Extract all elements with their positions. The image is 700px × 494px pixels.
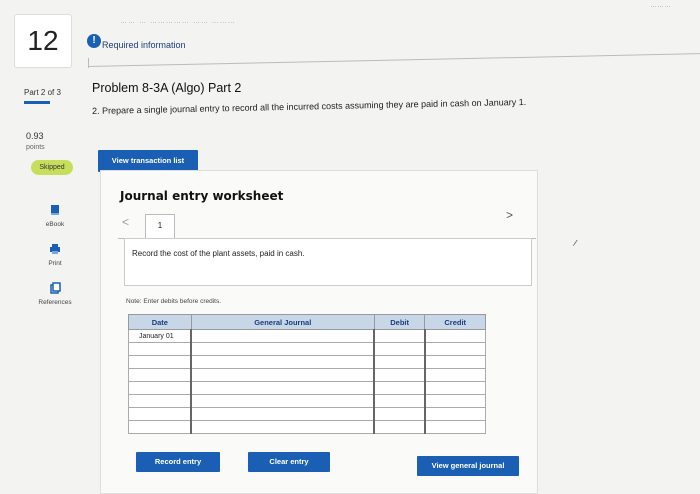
account-input[interactable] xyxy=(190,420,375,434)
date-cell xyxy=(128,342,192,356)
part-indicator: Part 2 of 3 xyxy=(24,88,61,97)
print-button[interactable]: Print xyxy=(30,242,80,267)
question-text: 2. Prepare a single journal entry to rec… xyxy=(91,96,527,116)
credit-input[interactable] xyxy=(423,381,486,395)
view-general-journal-button[interactable]: View general journal xyxy=(417,456,519,476)
required-information-label[interactable]: Required information xyxy=(102,40,186,50)
credit-input[interactable] xyxy=(423,407,486,421)
references-button[interactable]: References xyxy=(30,281,80,306)
debit-input[interactable] xyxy=(373,381,426,395)
faded-corner-text: ……… xyxy=(650,2,671,9)
date-cell xyxy=(128,394,192,408)
entry-tab-1[interactable]: 1 xyxy=(145,214,175,239)
account-input[interactable] xyxy=(190,381,375,395)
info-icon: ! xyxy=(87,34,101,48)
date-cell: January 01 xyxy=(128,329,192,343)
points-label: points xyxy=(26,144,45,151)
debit-input[interactable] xyxy=(373,355,426,369)
credit-input[interactable] xyxy=(423,342,486,356)
account-input[interactable] xyxy=(190,355,375,369)
table-row xyxy=(128,381,486,395)
column-header-date: Date xyxy=(128,314,192,330)
problem-title: Problem 8-3A (Algo) Part 2 xyxy=(92,81,242,95)
view-transaction-list-button[interactable]: View transaction list xyxy=(98,150,198,172)
column-header-debit: Debit xyxy=(373,314,426,330)
divider xyxy=(87,53,700,67)
credit-input[interactable] xyxy=(423,394,486,408)
account-input[interactable] xyxy=(190,342,375,356)
debit-input[interactable] xyxy=(373,368,426,382)
description-box xyxy=(124,238,532,286)
ebook-button[interactable]: eBook xyxy=(30,203,80,228)
debit-input[interactable] xyxy=(373,342,426,356)
date-cell xyxy=(128,420,192,434)
debit-input[interactable] xyxy=(373,407,426,421)
references-icon xyxy=(50,282,61,294)
date-cell xyxy=(128,368,192,382)
table-row xyxy=(128,342,486,356)
table-row xyxy=(128,368,486,382)
account-input[interactable] xyxy=(190,407,375,421)
print-label: Print xyxy=(48,260,62,267)
debit-input[interactable] xyxy=(373,420,426,434)
credit-input[interactable] xyxy=(423,368,486,382)
status-badge: Skipped xyxy=(31,160,73,175)
credit-input[interactable] xyxy=(423,329,486,343)
date-cell xyxy=(128,381,192,395)
ebook-label: eBook xyxy=(45,221,65,228)
date-cell xyxy=(128,355,192,369)
table-row xyxy=(128,355,486,369)
debit-input[interactable] xyxy=(373,394,426,408)
book-icon xyxy=(51,205,59,215)
entry-note: Note: Enter debits before credits. xyxy=(126,298,222,305)
points-value: 0.93 xyxy=(26,131,44,141)
date-cell xyxy=(128,407,192,421)
faded-header-text: …… … …………… …… ……… xyxy=(120,18,236,25)
table-row xyxy=(128,420,486,434)
table-row xyxy=(128,407,486,421)
next-entry-button[interactable]: > xyxy=(506,208,513,222)
print-icon xyxy=(50,244,60,254)
credit-input[interactable] xyxy=(423,355,486,369)
credit-input[interactable] xyxy=(423,420,486,434)
account-input[interactable] xyxy=(190,394,375,408)
table-row: January 01 xyxy=(128,329,486,343)
table-row xyxy=(128,394,486,408)
account-input[interactable] xyxy=(190,368,375,382)
entry-description: Record the cost of the plant assets, pai… xyxy=(132,249,305,258)
references-label: References xyxy=(38,299,72,306)
debit-input[interactable] xyxy=(373,329,426,343)
prev-entry-button[interactable]: < xyxy=(122,215,129,229)
cursor-mark: / xyxy=(572,237,579,249)
column-header-general-journal: General Journal xyxy=(190,314,375,330)
worksheet-title: Journal entry worksheet xyxy=(120,189,284,203)
clear-entry-button[interactable]: Clear entry xyxy=(248,452,330,472)
part-progress-bar xyxy=(24,101,50,104)
column-header-credit: Credit xyxy=(424,314,486,330)
question-number: 12 xyxy=(14,14,72,68)
record-entry-button[interactable]: Record entry xyxy=(136,452,220,472)
journal-table: Date General Journal Debit Credit Januar… xyxy=(128,314,486,434)
account-input[interactable] xyxy=(190,329,375,343)
